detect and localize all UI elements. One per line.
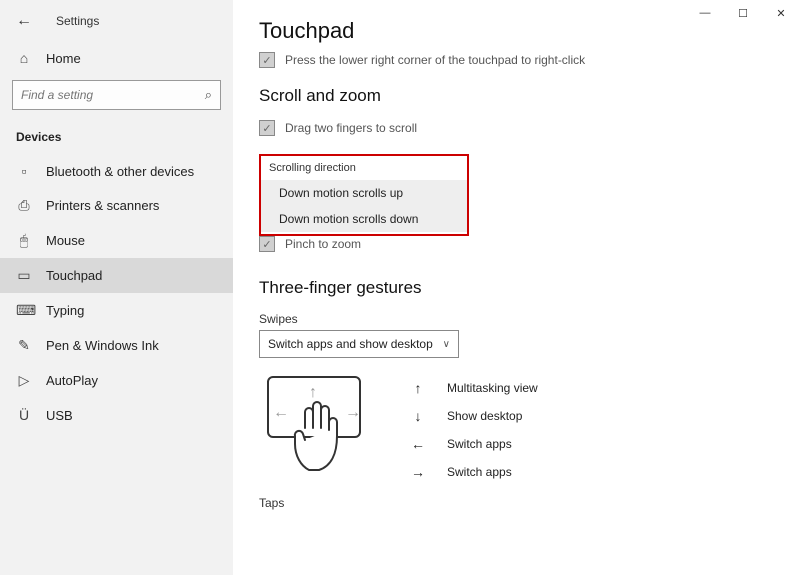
sidebar-item-typing[interactable]: ⌨ Typing [0,293,233,328]
scrolling-direction-dropdown[interactable]: Scrolling direction Down motion scrolls … [259,154,469,236]
drag-two-checkbox[interactable]: ✓ [259,120,275,136]
maximize-button[interactable]: ☐ [724,2,762,24]
arrow-up-icon: ↑ [411,380,425,396]
printer-icon: ⎙ [16,197,32,214]
gesture-area: ↑ ← → ↑ Multitasking view ↓ Show desktop [259,376,774,486]
pen-icon: ✎ [16,337,32,354]
category-header: Devices [0,124,233,154]
press-corner-checkbox[interactable]: ✓ [259,52,275,68]
scroll-zoom-header: Scroll and zoom [259,86,774,106]
window-title: Settings [56,14,99,28]
minimize-button[interactable]: — [686,2,724,24]
window-controls: — ☐ ✕ [686,2,800,24]
titlebar: ← Settings [0,8,233,42]
sidebar-item-mouse[interactable]: 🖱 Mouse [0,223,233,258]
main-panel: — ☐ ✕ Touchpad ✓ Press the lower right c… [233,0,800,575]
sidebar-item-usb[interactable]: Ü USB [0,398,233,432]
gesture-row: → Switch apps [411,464,538,480]
home-icon: ⌂ [16,50,32,66]
taps-label: Taps [259,496,774,510]
drag-two-row: ✓ Drag two fingers to scroll [259,120,774,136]
arrow-right-icon: → [411,464,425,480]
arrow-left-icon: ← [273,404,289,422]
bluetooth-icon: ▫ [16,163,32,179]
sidebar-item-pen[interactable]: ✎ Pen & Windows Ink [0,328,233,363]
scroll-option-down[interactable]: Down motion scrolls down [261,206,467,232]
drag-two-label: Drag two fingers to scroll [285,121,417,135]
sidebar-item-label: Mouse [46,233,85,248]
keyboard-icon: ⌨ [16,302,32,319]
touchpad-icon: ▭ [16,267,32,284]
gesture-label: Show desktop [447,409,522,423]
pinch-checkbox[interactable]: ✓ [259,236,275,252]
search-icon: ⌕ [205,87,212,103]
gesture-label: Switch apps [447,465,512,479]
gesture-row: ↑ Multitasking view [411,380,538,396]
pinch-label: Pinch to zoom [285,237,361,251]
sidebar-item-label: Touchpad [46,268,102,283]
sidebar-item-touchpad[interactable]: ▭ Touchpad [0,258,233,293]
gesture-row: ↓ Show desktop [411,408,538,424]
autoplay-icon: ▷ [16,372,32,389]
swipes-value: Switch apps and show desktop [268,337,433,351]
search-input[interactable] [21,88,174,102]
home-label: Home [46,51,81,66]
sidebar-item-printers[interactable]: ⎙ Printers & scanners [0,188,233,223]
close-button[interactable]: ✕ [762,2,800,24]
home-nav[interactable]: ⌂ Home [0,42,233,74]
press-corner-label: Press the lower right corner of the touc… [285,53,585,67]
scroll-option-up[interactable]: Down motion scrolls up [261,180,467,206]
back-icon[interactable]: ← [16,12,32,30]
dropdown-label: Scrolling direction [261,158,467,180]
touchpad-illustration: ↑ ← → [259,376,369,486]
usb-icon: Ü [16,407,32,423]
sidebar-item-autoplay[interactable]: ▷ AutoPlay [0,363,233,398]
sidebar-item-bluetooth[interactable]: ▫ Bluetooth & other devices [0,154,233,188]
sidebar-item-label: Printers & scanners [46,198,159,213]
arrow-left-icon: ← [411,436,425,452]
hand-icon [289,394,349,484]
gesture-list: ↑ Multitasking view ↓ Show desktop ← Swi… [411,376,538,486]
sidebar-item-label: Pen & Windows Ink [46,338,159,353]
press-corner-row: ✓ Press the lower right corner of the to… [259,52,774,68]
swipes-label: Swipes [259,312,774,326]
arrow-down-icon: ↓ [411,408,425,424]
mouse-icon: 🖱 [16,232,32,249]
swipes-combo[interactable]: Switch apps and show desktop ∨ [259,330,459,358]
sidebar-item-label: Typing [46,303,84,318]
three-finger-header: Three-finger gestures [259,278,774,298]
gesture-label: Switch apps [447,437,512,451]
pinch-row: ✓ Pinch to zoom [259,236,774,252]
gesture-label: Multitasking view [447,381,538,395]
sidebar-item-label: Bluetooth & other devices [46,164,194,179]
gesture-row: ← Switch apps [411,436,538,452]
chevron-down-icon: ∨ [443,339,450,350]
search-box[interactable]: ⌕ [12,80,221,110]
settings-sidebar: ← Settings ⌂ Home ⌕ Devices ▫ Bluetooth … [0,0,233,575]
sidebar-item-label: AutoPlay [46,373,98,388]
sidebar-item-label: USB [46,408,73,423]
